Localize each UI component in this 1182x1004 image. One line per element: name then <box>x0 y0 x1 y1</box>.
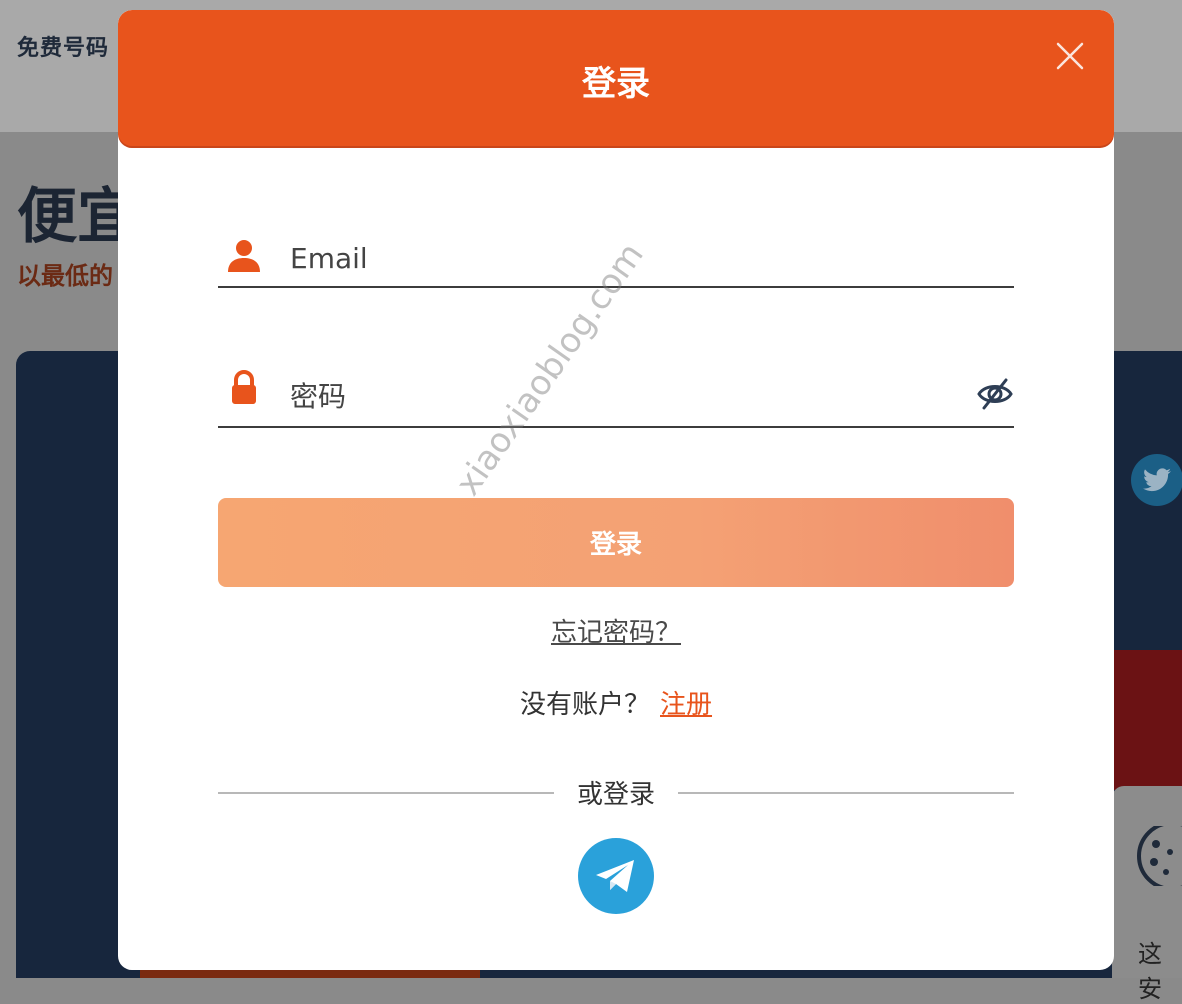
password-input[interactable] <box>290 376 930 416</box>
decorative-graphic <box>1112 650 1182 790</box>
eye-off-icon[interactable] <box>976 376 1014 412</box>
telegram-icon <box>596 860 634 892</box>
cookie-notice-text: 这安 <box>1138 940 1162 1003</box>
nav-brand-text[interactable]: 免费号码 <box>17 30 109 62</box>
hero-subtitle: 以最低的 <box>17 262 113 290</box>
no-account-text: 没有账户？ <box>519 690 650 720</box>
modal-header: 登录 <box>118 10 1114 146</box>
password-field <box>218 366 1014 428</box>
cookie-icon <box>1136 821 1182 891</box>
register-link[interactable]: 注册 <box>660 690 712 720</box>
register-prompt: 没有账户？ 注册 <box>118 684 1114 721</box>
modal-title: 登录 <box>582 64 650 104</box>
telegram-login-button[interactable] <box>578 838 654 914</box>
user-icon <box>228 240 260 272</box>
close-button[interactable] <box>1050 36 1090 76</box>
login-modal: 登录 登录 忘记密码？ 没有账户？注册 或登录 <box>118 10 1114 970</box>
forgot-password-link[interactable]: 忘记密码？ <box>118 612 1114 649</box>
login-button[interactable]: 登录 <box>218 498 1014 587</box>
divider-right <box>678 792 1014 794</box>
close-icon <box>1056 42 1084 70</box>
twitter-icon[interactable] <box>1131 454 1182 506</box>
lock-icon <box>232 370 256 404</box>
